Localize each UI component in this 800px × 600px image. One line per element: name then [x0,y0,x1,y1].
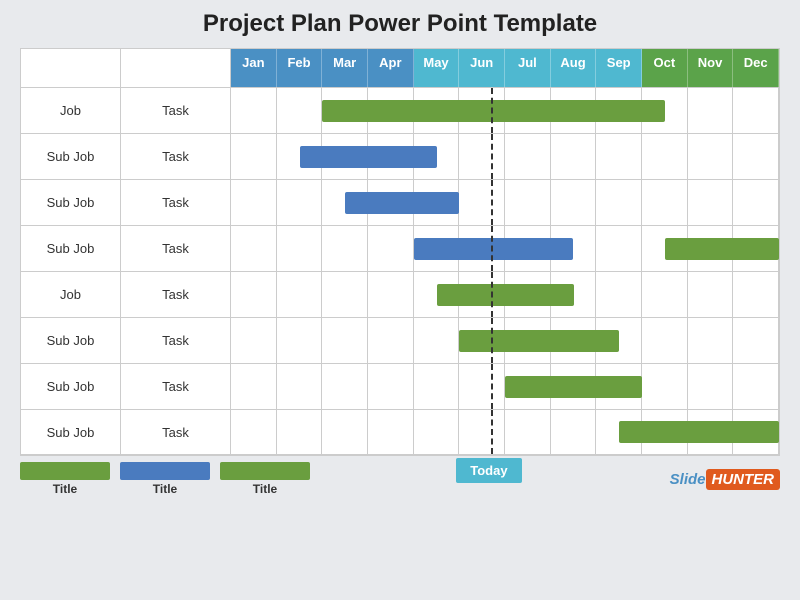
legend-item-1: Title [120,462,210,496]
legend-bar [220,462,310,480]
month-header-dec: Dec [733,49,779,87]
page-title: Project Plan Power Point Template [203,10,597,38]
today-line [491,410,493,454]
month-header-feb: Feb [277,49,323,87]
table-row: Sub JobTask [21,363,779,409]
today-line [491,364,493,409]
legend-area: Title Title Title [20,462,310,496]
month-header-aug: Aug [551,49,597,87]
gantt-bar [414,238,574,260]
table-row: Sub JobTask [21,317,779,363]
today-line [491,226,493,271]
gantt-bar [505,376,642,398]
month-header-may: May [414,49,460,87]
today-line [491,318,493,363]
task-label: Task [121,410,231,454]
job-label: Sub Job [21,134,121,179]
gantt-cells [231,226,779,271]
gantt-bar [345,192,459,214]
gantt-cells [231,364,779,409]
task-label: Task [121,364,231,409]
gantt-chart: JanFebMarAprMayJunJulAugSepOctNovDec Job… [20,48,780,456]
today-line [491,88,493,133]
month-header-oct: Oct [642,49,688,87]
legend-bar [120,462,210,480]
month-header-jan: Jan [231,49,277,87]
gantt-cells [231,410,779,454]
task-label: Task [121,272,231,317]
page: Project Plan Power Point Template JanFeb… [0,0,800,600]
gantt-rows: JobTaskSub JobTaskSub JobTaskSub JobTask… [21,87,779,455]
job-label: Job [21,272,121,317]
today-line [491,134,493,179]
brand-hunter: HUNTER [706,469,781,490]
job-label: Job [21,88,121,133]
legend-label: Title [253,482,277,496]
table-row: JobTask [21,87,779,133]
month-header-apr: Apr [368,49,414,87]
month-header-sep: Sep [596,49,642,87]
today-line [491,180,493,225]
gantt-bar-secondary [665,238,779,260]
job-label: Sub Job [21,410,121,454]
gantt-bar [619,421,779,443]
table-row: Sub JobTask [21,409,779,455]
table-row: Sub JobTask [21,133,779,179]
gantt-cells [231,88,779,133]
job-label: Sub Job [21,226,121,271]
gantt-cells [231,180,779,225]
legend-item-2: Title [220,462,310,496]
table-row: JobTask [21,271,779,317]
table-row: Sub JobTask [21,225,779,271]
job-label: Sub Job [21,180,121,225]
table-row: Sub JobTask [21,179,779,225]
label-cols-header [21,49,231,87]
month-header-jun: Jun [459,49,505,87]
job-label: Sub Job [21,364,121,409]
legend-bar [20,462,110,480]
brand-area: Slide HUNTER [670,469,780,490]
task-label: Task [121,226,231,271]
gantt-cells [231,272,779,317]
today-line [491,272,493,317]
month-header-jul: Jul [505,49,551,87]
gantt-bar [459,330,619,352]
gantt-bar [437,284,574,306]
header-row: JanFebMarAprMayJunJulAugSepOctNovDec [21,49,779,87]
brand-slide: Slide [670,471,706,488]
gantt-bar [322,100,665,122]
legend-item-0: Title [20,462,110,496]
gantt-cells [231,134,779,179]
legend-label: Title [53,482,77,496]
month-headers: JanFebMarAprMayJunJulAugSepOctNovDec [231,49,779,87]
month-header-mar: Mar [322,49,368,87]
gantt-cells [231,318,779,363]
legend-label: Title [153,482,177,496]
task-label: Task [121,88,231,133]
month-header-nov: Nov [688,49,734,87]
today-badge: Today [456,458,521,483]
footer-area: Title Title Title Slide HUNTER [20,462,780,496]
job-label: Sub Job [21,318,121,363]
task-label: Task [121,318,231,363]
task-label: Task [121,134,231,179]
gantt-bar [300,146,437,168]
task-label: Task [121,180,231,225]
